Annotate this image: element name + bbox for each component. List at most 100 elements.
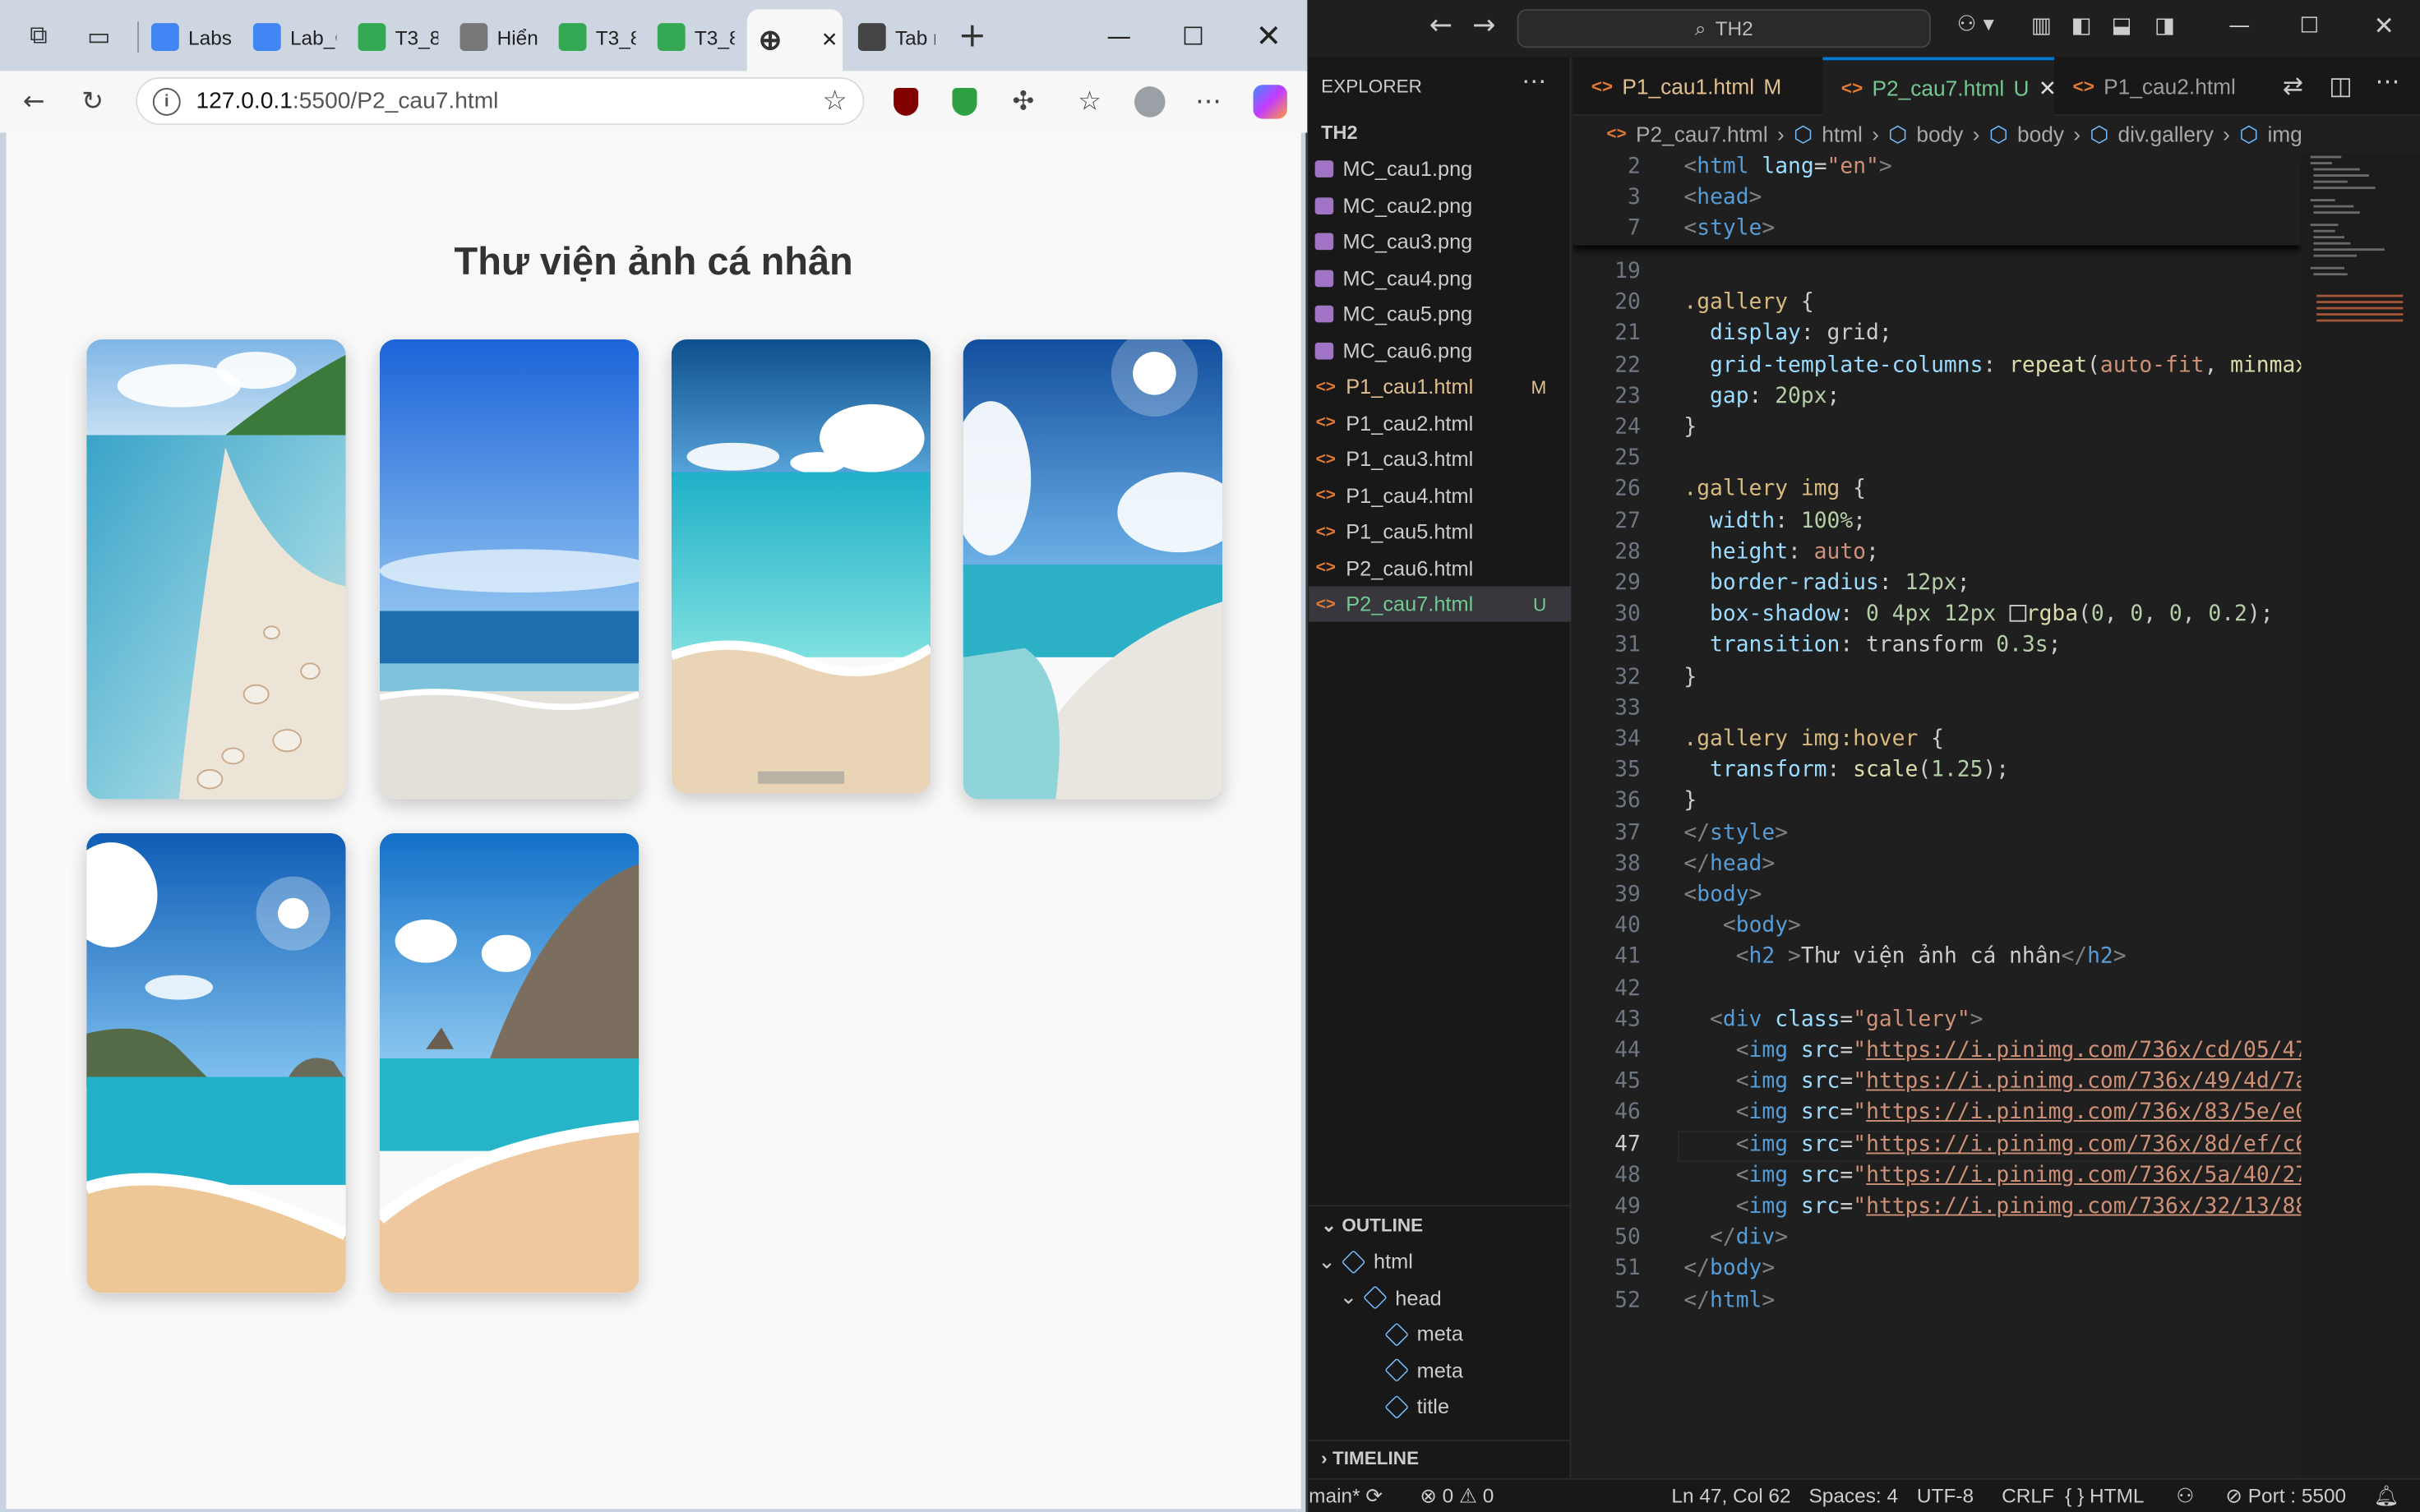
compare-changes-icon[interactable]: ⇄	[2283, 71, 2303, 100]
favorites-icon[interactable]: ☆	[1066, 81, 1112, 124]
copilot-status-icon[interactable]: ⚇	[2176, 1484, 2194, 1509]
command-search-box[interactable]: ⌕ TH2	[1517, 9, 1931, 48]
address-bar[interactable]: i 127.0.0.1:5500/P2_cau7.html ☆	[136, 76, 865, 126]
file-item[interactable]: <> P1_cau2.html	[1309, 405, 1571, 440]
file-item[interactable]: MC_cau4.png	[1309, 260, 1571, 295]
chevron-right-icon: ›	[1321, 1447, 1332, 1469]
toggle-secondary-sidebar-icon[interactable]: ◨	[2154, 14, 2175, 39]
timeline-title[interactable]: › TIMELINE	[1321, 1447, 1419, 1468]
ublock-extension-icon[interactable]	[883, 81, 929, 124]
file-item[interactable]: MC_cau2.png	[1309, 187, 1571, 223]
browser-tab[interactable]: T3_8	[649, 12, 744, 62]
symbol-icon	[1341, 1249, 1366, 1274]
file-item[interactable]: MC_cau6.png	[1309, 333, 1571, 368]
minimize-icon[interactable]: —	[1083, 0, 1154, 71]
code-editor[interactable]: 2 <html lang="en"> 3 <head> 7 <style> 19 20 .ga…	[1573, 152, 2302, 1480]
editor-tab[interactable]: <> P1_cau1.html M	[1573, 57, 1822, 115]
copilot-chat-icon[interactable]: ⚇ ▾	[1957, 12, 1994, 37]
split-editor-icon[interactable]: ◫	[2329, 71, 2352, 100]
refresh-icon[interactable]: ↻	[69, 81, 115, 124]
cursor-position[interactable]: Ln 47, Col 62	[1671, 1484, 1790, 1507]
outline-item[interactable]: title	[1384, 1389, 1449, 1424]
browser-tab[interactable]: T3_8	[349, 12, 447, 62]
forward-arrow-icon[interactable]: →	[1472, 9, 1495, 41]
breadcrumb-item[interactable]: body	[2017, 122, 2064, 146]
editor-tab[interactable]: <> P1_cau2.html	[2054, 57, 2270, 115]
gallery-photo-1[interactable]	[86, 339, 346, 800]
outline-item[interactable]: ⌄ html	[1318, 1243, 1413, 1279]
breadcrumb-item[interactable]: P2_cau7.html	[1636, 122, 1768, 146]
close-icon[interactable]: ✕	[2374, 11, 2395, 40]
breadcrumb-item[interactable]: img	[2267, 122, 2302, 146]
code-line: <img src="https://i.pinimg.com/736x/49/4…	[1735, 1069, 2302, 1095]
file-item[interactable]: <> P1_cau1.html M	[1309, 369, 1571, 404]
browser-tab[interactable]: T3_8	[549, 12, 644, 62]
copilot-icon[interactable]	[1247, 81, 1293, 124]
back-arrow-icon[interactable]: ←	[1429, 9, 1452, 41]
gallery-photo-2[interactable]	[379, 339, 640, 800]
line-endings[interactable]: CRLF	[2002, 1484, 2054, 1507]
tab-actions-icon[interactable]: ▭	[79, 16, 119, 56]
encoding[interactable]: UTF-8	[1917, 1484, 1974, 1507]
indentation[interactable]: Spaces: 4	[1808, 1484, 1898, 1507]
file-item[interactable]: <> P1_cau5.html	[1309, 514, 1571, 549]
git-branch[interactable]: main* ⟳	[1309, 1484, 1383, 1509]
file-item[interactable]: MC_cau1.png	[1309, 151, 1571, 187]
outline-item[interactable]: meta	[1384, 1316, 1463, 1352]
file-item[interactable]: MC_cau3.png	[1309, 224, 1571, 259]
outline-item[interactable]: ⌄ head	[1340, 1279, 1442, 1315]
browser-tab[interactable]: Labs	[142, 12, 241, 62]
gallery-photo-3[interactable]	[671, 339, 931, 794]
back-icon[interactable]: ←	[11, 81, 57, 124]
gallery-photo-4[interactable]	[963, 339, 1223, 800]
new-tab-icon[interactable]: +	[952, 16, 992, 56]
toggle-sidebar-icon[interactable]: ◧	[2071, 14, 2092, 39]
browser-tab[interactable]: Lab_C	[244, 12, 346, 62]
breadcrumb-separator-icon: ›	[1776, 122, 1785, 147]
outline-item[interactable]: meta	[1384, 1353, 1463, 1388]
close-window-icon[interactable]: ✕	[1233, 0, 1304, 71]
line-number: 28	[1614, 539, 1641, 565]
layout-customize-icon[interactable]: ▥	[2031, 14, 2052, 39]
breadcrumb-item[interactable]: body	[1916, 122, 1963, 146]
breadcrumb-item[interactable]: html	[1822, 122, 1863, 146]
editor-tab[interactable]: <> P2_cau7.html U ✕	[1822, 57, 2057, 116]
file-item[interactable]: <> P1_cau3.html	[1309, 441, 1571, 477]
file-item[interactable]: <> P1_cau4.html	[1309, 477, 1571, 513]
live-server-port[interactable]: ⊘ Port : 5500	[2225, 1484, 2346, 1509]
notifications-bell-icon[interactable]: 🔔︎	[2374, 1484, 2399, 1509]
git-status-badge: U	[2013, 75, 2030, 101]
tab-close-icon[interactable]: ✕	[821, 28, 838, 53]
file-item[interactable]: MC_cau5.png	[1309, 296, 1571, 331]
gallery-photo-5[interactable]	[86, 832, 346, 1293]
maximize-icon[interactable]: ☐	[1157, 0, 1228, 71]
toggle-panel-icon[interactable]: ⬓	[2111, 14, 2131, 39]
folder-name[interactable]: TH2	[1321, 122, 1357, 143]
problems-indicator[interactable]: ⊗ 0 ⚠ 0	[1420, 1484, 1494, 1509]
minimap[interactable]	[2301, 152, 2420, 1480]
file-item[interactable]: <> P2_cau6.html	[1309, 550, 1571, 585]
more-actions-icon[interactable]: ⋯	[2376, 67, 2400, 96]
outline-title[interactable]: ⌄ OUTLINE	[1321, 1215, 1423, 1236]
workspaces-icon[interactable]: ⧉	[19, 16, 59, 56]
profile-avatar-icon[interactable]	[1127, 81, 1173, 124]
browser-tab[interactable]: Tab n	[849, 12, 944, 62]
file-item[interactable]: <> P2_cau7.html U	[1309, 586, 1572, 622]
extensions-puzzle-icon[interactable]: ✣	[1000, 81, 1046, 124]
line-number: 42	[1614, 975, 1641, 1001]
more-menu-icon[interactable]: ⋯	[1185, 81, 1231, 124]
language-mode[interactable]: { } HTML	[2065, 1484, 2144, 1507]
line-number: 25	[1614, 445, 1641, 472]
minimize-icon[interactable]: —	[2228, 14, 2250, 39]
browser-tab[interactable]: Hiển	[450, 12, 546, 62]
explorer-more-icon[interactable]: ⋯	[1522, 67, 1546, 98]
maximize-icon[interactable]: ☐	[2300, 14, 2320, 39]
browser-tab[interactable]: ⊕ ✕	[746, 9, 843, 71]
breadcrumb-item[interactable]: div.gallery	[2118, 122, 2213, 146]
gallery-photo-6[interactable]	[379, 832, 640, 1293]
blue-sea-image	[379, 339, 640, 800]
chevron-down-icon: ⌄	[1339, 1284, 1357, 1309]
shield-extension-icon[interactable]	[941, 81, 987, 124]
favorite-star-icon[interactable]: ☆	[822, 85, 847, 117]
site-info-icon[interactable]: i	[152, 87, 181, 115]
